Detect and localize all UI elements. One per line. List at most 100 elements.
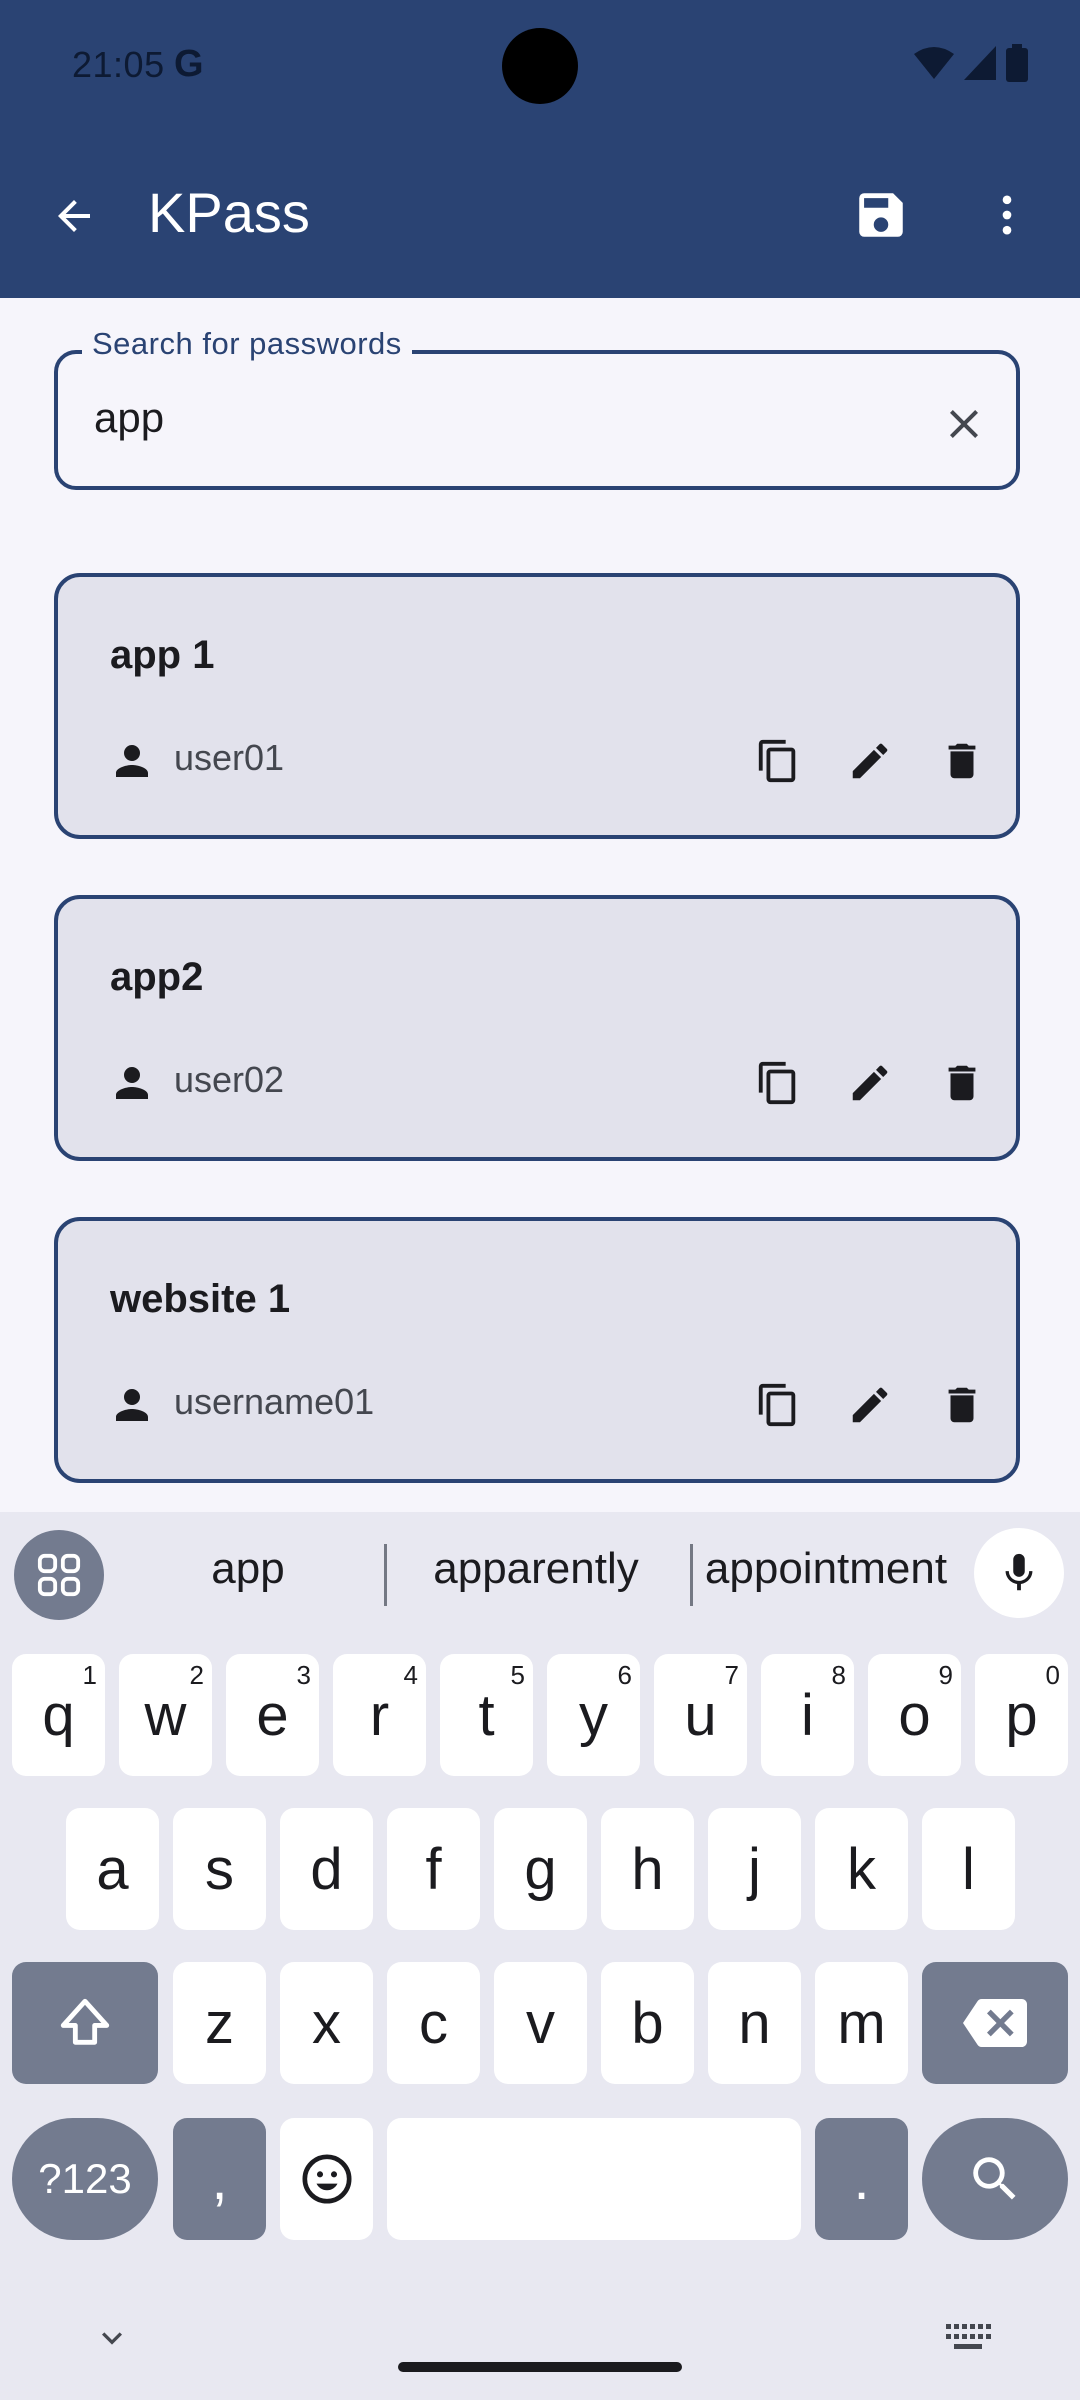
key-i[interactable]: i8 [761,1654,854,1776]
delete-icon [948,1387,976,1423]
copy-button[interactable] [746,729,810,793]
edit-icon [852,1065,888,1101]
home-indicator[interactable] [398,2362,682,2372]
save-button[interactable] [842,176,920,254]
password-entry-card[interactable]: website 1 username01 [54,1217,1020,1483]
edit-button[interactable] [838,729,902,793]
key-t[interactable]: t5 [440,1654,533,1776]
status-icons [914,44,1028,82]
edit-icon [852,743,888,779]
entry-title: app 1 [110,633,215,677]
delete-button[interactable] [930,1373,994,1437]
entry-username: username01 [174,1381,375,1422]
password-entry-card[interactable]: app 1 user01 [54,573,1020,839]
search-input[interactable] [54,350,1020,490]
suggestion-1[interactable]: app [150,1544,346,1594]
search-key[interactable] [922,2118,1068,2240]
key-h[interactable]: h [601,1808,694,1930]
arrow-back-icon [58,200,90,232]
entry-title: website 1 [110,1277,291,1321]
edit-button[interactable] [838,1051,902,1115]
back-button[interactable] [36,178,112,254]
person-icon [116,745,148,777]
copy-icon [758,1061,796,1105]
period-key[interactable]: . [815,2118,908,2240]
battery-icon [1006,44,1028,82]
entry-username: user02 [174,1059,285,1100]
key-m[interactable]: m [815,1962,908,2084]
search-label: Search for passwords [82,326,412,362]
key-z[interactable]: z [173,1962,266,2084]
wifi-icon [914,47,954,79]
delete-button[interactable] [930,729,994,793]
suggestion-2[interactable]: apparently [400,1544,672,1594]
key-x[interactable]: x [280,1962,373,2084]
shift-key[interactable] [12,1962,158,2084]
key-a[interactable]: a [66,1808,159,1930]
emoji-key[interactable] [280,2118,373,2240]
password-entry-card[interactable]: app2 user02 [54,895,1020,1161]
entry-title: app2 [110,955,204,999]
key-w[interactable]: w2 [119,1654,212,1776]
status-time: 21:05 [72,44,165,85]
copy-button[interactable] [746,1373,810,1437]
more-options-button[interactable] [968,176,1046,254]
apps-grid-icon [37,1553,81,1597]
comma-key[interactable]: , [173,2118,266,2240]
backspace-icon [963,1999,1027,2047]
key-r[interactable]: r4 [333,1654,426,1776]
camera-cutout [502,28,578,104]
key-p[interactable]: p0 [975,1654,1068,1776]
key-n[interactable]: n [708,1962,801,2084]
key-c[interactable]: c [387,1962,480,2084]
keyboard-menu-button[interactable] [14,1530,104,1620]
key-e[interactable]: e3 [226,1654,319,1776]
key-k[interactable]: k [815,1808,908,1930]
edit-icon [852,1387,888,1423]
suggestion-divider [690,1544,693,1606]
key-s[interactable]: s [173,1808,266,1930]
shift-icon [60,1998,110,2045]
on-screen-keyboard [0,1512,1080,2400]
key-q[interactable]: q1 [12,1654,105,1776]
status-bar: 21:05 G [0,0,1080,134]
copy-icon [758,739,796,783]
person-icon [116,1389,148,1421]
hide-keyboard-button[interactable] [92,2318,132,2358]
voice-input-button[interactable] [974,1528,1064,1618]
delete-icon [948,743,976,779]
key-b[interactable]: b [601,1962,694,2084]
signal-icon [964,46,996,80]
suggestion-3[interactable]: appointment [700,1544,952,1594]
key-d[interactable]: d [280,1808,373,1930]
key-v[interactable]: v [494,1962,587,2084]
key-l[interactable]: l [922,1808,1015,1930]
key-o[interactable]: o9 [868,1654,961,1776]
copy-button[interactable] [746,1051,810,1115]
backspace-key[interactable] [922,1962,1068,2084]
delete-icon [948,1065,976,1101]
delete-button[interactable] [930,1051,994,1115]
switch-keyboard-button[interactable] [944,2320,992,2356]
page-title: KPass [148,181,310,244]
key-u[interactable]: u7 [654,1654,747,1776]
key-y[interactable]: y6 [547,1654,640,1776]
key-g[interactable]: g [494,1808,587,1930]
close-icon [950,410,978,438]
edit-button[interactable] [838,1373,902,1437]
clear-search-button[interactable] [928,388,1000,460]
keyboard-icon [946,2324,991,2349]
chevron-down-icon [102,2332,122,2345]
google-icon: G [174,43,204,85]
symbols-key[interactable]: ?123 [12,2118,158,2240]
space-key[interactable] [387,2118,801,2240]
key-j[interactable]: j [708,1808,801,1930]
copy-icon [758,1383,796,1427]
emoji-icon [302,2154,351,2204]
more-vert-icon [1002,195,1012,235]
save-icon [859,193,903,237]
key-f[interactable]: f [387,1808,480,1930]
search-value[interactable]: app [94,394,164,442]
suggestion-divider [384,1544,387,1606]
person-icon [116,1067,148,1099]
